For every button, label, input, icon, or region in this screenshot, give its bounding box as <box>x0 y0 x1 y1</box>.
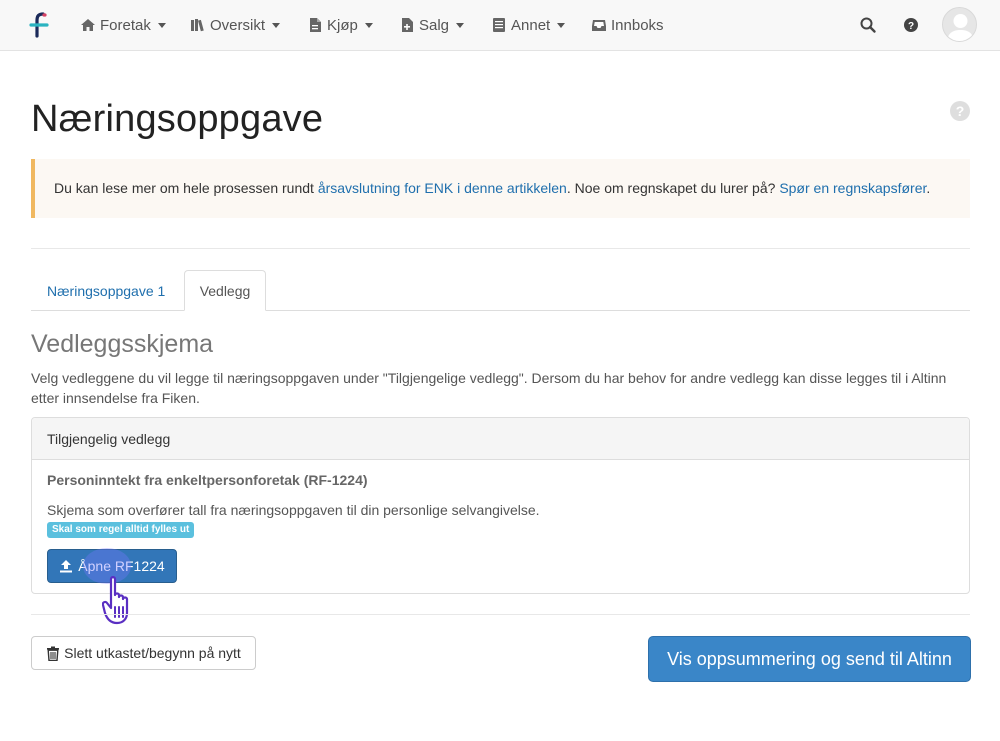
page-help-icon[interactable]: ? <box>950 101 970 121</box>
page-title: Næringsoppgave <box>31 98 324 140</box>
nav-innboks[interactable]: Innboks <box>591 0 664 50</box>
nav-salg[interactable]: Salg <box>399 0 465 50</box>
svg-text:?: ? <box>908 21 914 32</box>
top-navbar: Foretak Oversikt Kjøp Salg Annet Innboks <box>0 0 1000 51</box>
alert-text: . <box>926 180 931 196</box>
nav-label: Salg <box>419 16 450 34</box>
info-alert: Du kan lese mer om hele prosessen rundt … <box>31 159 970 218</box>
chevron-down-icon <box>456 22 465 28</box>
nav-label: Oversikt <box>210 16 266 34</box>
delete-button-label: Slett utkastet/begynn på nytt <box>64 645 241 661</box>
send-to-altinn-button[interactable]: Vis oppsummering og send til Altinn <box>648 636 971 682</box>
nav-foretak[interactable]: Foretak <box>80 0 166 50</box>
help-icon[interactable]: ? <box>902 16 920 34</box>
section-description: Velg vedleggene du vil legge til nærings… <box>31 370 947 406</box>
divider <box>31 614 970 615</box>
article-link[interactable]: årsavslutning for ENK i denne artikkelen <box>318 180 567 196</box>
fiken-logo[interactable] <box>28 12 52 38</box>
alert-text: . Noe om regnskapet du lurer på? <box>566 180 780 196</box>
divider <box>31 248 970 249</box>
available-attachments-panel: Tilgjengelig vedlegg Personinntekt fra e… <box>31 417 970 594</box>
panel-heading: Tilgjengelig vedlegg <box>32 418 969 460</box>
chevron-down-icon <box>364 22 373 28</box>
avatar[interactable] <box>942 7 977 42</box>
chevron-down-icon <box>157 22 166 28</box>
nav-label: Foretak <box>100 16 151 34</box>
nav-annet[interactable]: Annet <box>491 0 566 50</box>
inbox-icon <box>591 17 607 33</box>
hand-pointer-icon <box>102 576 129 625</box>
trash-icon <box>46 646 60 661</box>
nav-oversikt[interactable]: Oversikt <box>190 0 281 50</box>
tab-vedlegg[interactable]: Vedlegg <box>184 270 266 311</box>
required-badge: Skal som regel alltid fylles ut <box>47 522 195 538</box>
tab-naeringsoppgave-1[interactable]: Næringsoppgave 1 <box>31 270 181 311</box>
section-title: Vedleggsskjema <box>31 330 214 358</box>
form-description: Skjema som overfører tall fra næringsopp… <box>47 502 540 518</box>
books-icon <box>190 17 206 33</box>
alert-text: Du kan lese mer om hele prosessen rundt <box>54 180 318 196</box>
ledger-icon <box>491 17 507 33</box>
home-icon <box>80 17 96 33</box>
nav-label: Innboks <box>611 16 664 34</box>
nav-label: Annet <box>511 16 551 34</box>
delete-draft-button[interactable]: Slett utkastet/begynn på nytt <box>31 636 256 670</box>
document-icon <box>307 17 323 33</box>
chevron-down-icon <box>272 22 281 28</box>
search-icon[interactable] <box>859 16 877 34</box>
chevron-down-icon <box>557 22 566 28</box>
nav-label: Kjøp <box>327 16 358 34</box>
nav-kjop[interactable]: Kjøp <box>307 0 373 50</box>
form-title: Personinntekt fra enkeltpersonforetak (R… <box>47 472 368 488</box>
accountant-link[interactable]: Spør en regnskapsfører <box>779 180 926 196</box>
upload-icon <box>59 559 73 573</box>
document-plus-icon <box>399 17 415 33</box>
